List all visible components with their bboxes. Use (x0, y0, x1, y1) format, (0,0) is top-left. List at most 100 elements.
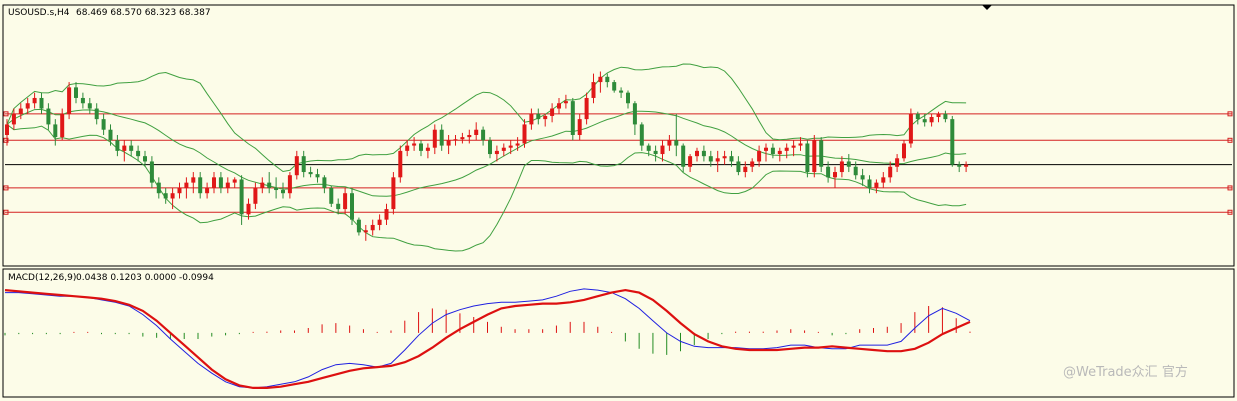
candle-body (80, 97, 85, 104)
candle-body (632, 103, 637, 125)
ohlc-readout: 68.469 68.570 68.323 68.387 (76, 8, 211, 18)
candle-body (260, 182, 265, 188)
candle-body (529, 113, 534, 125)
candle-body (384, 209, 389, 220)
candle-body (929, 117, 934, 123)
candle-body (750, 161, 755, 167)
candle-body (653, 150, 658, 155)
candle-body (474, 129, 479, 135)
candle-body (46, 108, 51, 125)
candle-body (315, 174, 320, 178)
candle-body (895, 158, 900, 167)
candle-body (322, 177, 327, 188)
candle-body (267, 182, 272, 188)
candle-body (639, 124, 644, 146)
candle-body (143, 156, 147, 162)
candle-body (329, 187, 334, 204)
candle-body (674, 140, 679, 146)
candle-body (177, 187, 182, 194)
candle-body (805, 143, 810, 173)
candle-body (943, 113, 948, 120)
candle-body (446, 140, 451, 146)
candle-body (412, 143, 417, 146)
candle-body (18, 108, 23, 114)
candle-body (425, 147, 430, 151)
candle-body (908, 113, 913, 144)
candle-body (853, 166, 858, 176)
candle-body (957, 164, 962, 167)
candle-body (833, 172, 837, 178)
macd-values: 0.0438 0.1203 0.0000 -0.0994 (76, 273, 214, 283)
candle-body (32, 97, 37, 104)
candle-body (522, 124, 527, 144)
candle-body (701, 150, 706, 157)
candle-body (839, 161, 844, 173)
candle-body (253, 187, 258, 204)
candle-body (67, 87, 72, 114)
candle-body (619, 90, 624, 93)
candle-body (60, 113, 65, 138)
candle-body (87, 103, 92, 109)
candle-body (508, 145, 513, 148)
candle-body (598, 76, 603, 83)
candle-body (370, 224, 375, 231)
candle-body (39, 97, 44, 109)
candle-body (494, 150, 499, 155)
candle-body (460, 137, 465, 140)
candle-body (563, 101, 568, 104)
candle-body (163, 193, 168, 199)
candle-body (729, 156, 734, 162)
candle-body (5, 124, 9, 135)
candle-body (867, 179, 872, 188)
candle-body (722, 156, 727, 159)
candle-body (212, 177, 216, 188)
candle-body (191, 177, 196, 183)
candle-body (612, 82, 617, 91)
candle-body (53, 124, 58, 138)
candle-body (777, 150, 782, 155)
candle-body (536, 113, 541, 120)
candle-body (681, 145, 686, 167)
candle-body (205, 187, 210, 194)
chart-canvas[interactable]: USOUSD.s,H4 68.469 68.570 68.323 68.387 … (0, 0, 1237, 401)
candle-body (287, 175, 292, 194)
candle-body (122, 145, 127, 151)
candle-body (826, 166, 831, 178)
candle-body (11, 113, 16, 125)
candle-body (584, 97, 589, 120)
candle-body (405, 145, 410, 151)
candle-body (577, 119, 582, 135)
candle-body (377, 219, 382, 225)
candle-body (74, 87, 78, 98)
candle-body (274, 187, 279, 191)
candle-body (881, 177, 886, 183)
candle-body (308, 172, 313, 175)
symbol-label: USOUSD.s,H4 (8, 8, 70, 18)
candle-body (419, 143, 423, 151)
candle-body (770, 147, 775, 155)
candle-body (819, 140, 824, 167)
candle-body (198, 177, 203, 194)
candle-body (218, 177, 223, 188)
candle-body (108, 129, 113, 141)
candle-body (501, 147, 506, 151)
candle-body (646, 145, 651, 151)
candle-body (791, 145, 796, 148)
candle-body (184, 182, 189, 188)
candle-body (481, 129, 486, 141)
candle-body (605, 76, 610, 83)
candle-body (246, 203, 251, 215)
candle-body (294, 156, 299, 176)
candle-body (591, 82, 596, 98)
candle-body (439, 129, 444, 146)
candle-body (239, 179, 244, 215)
candle-body (515, 143, 520, 146)
candle-body (764, 147, 768, 151)
candle-body (715, 158, 720, 162)
candle-body (915, 113, 920, 120)
candle-body (432, 129, 437, 148)
candle-body (225, 182, 230, 188)
candle-body (343, 193, 348, 210)
candle-body (94, 108, 99, 120)
candle-body (950, 119, 955, 165)
